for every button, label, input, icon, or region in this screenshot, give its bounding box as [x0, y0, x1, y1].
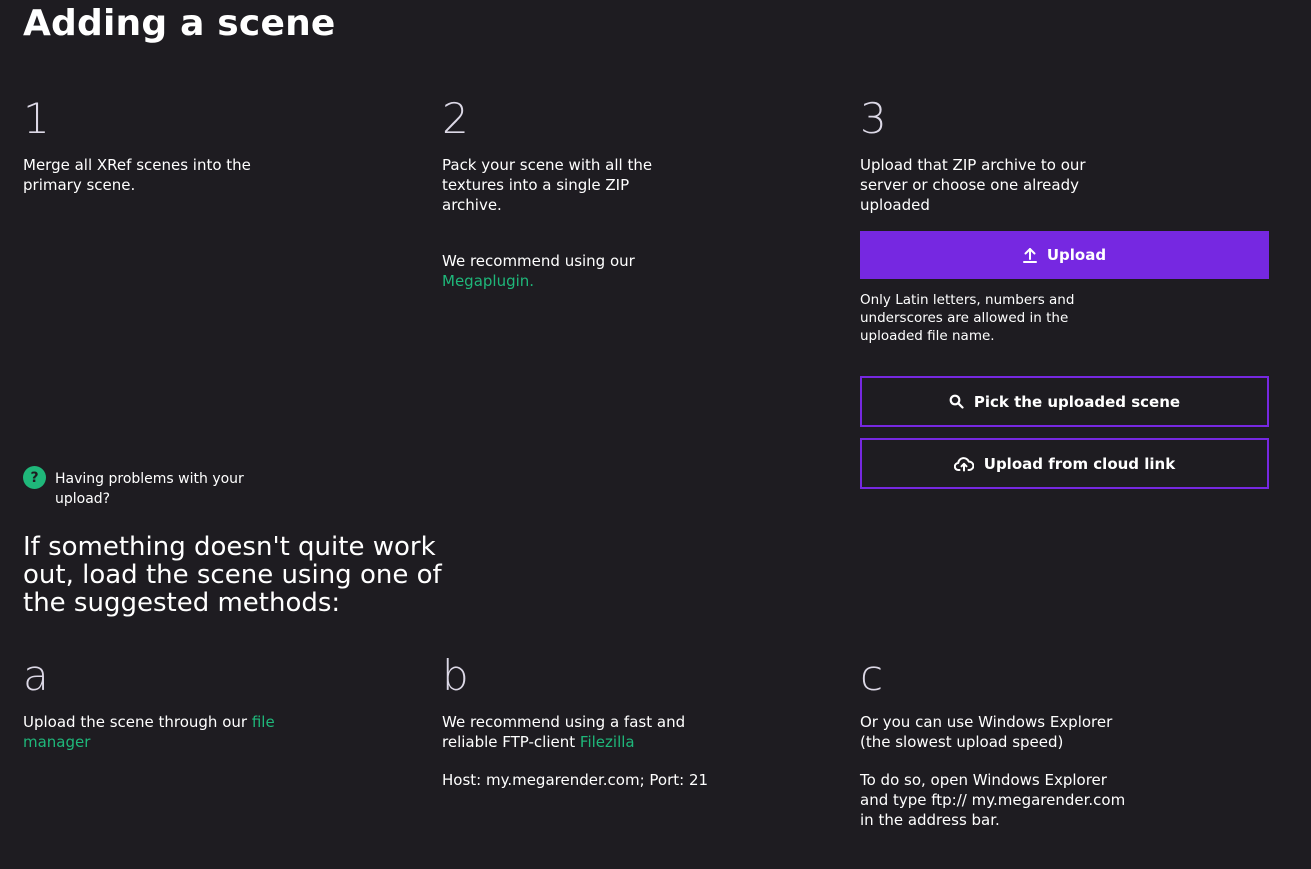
step-1-number: 1	[23, 94, 50, 143]
step-2-recommend: We recommend using our Megaplugin.	[442, 251, 682, 291]
method-b-prefix: We recommend using a fast and reliable F…	[442, 713, 686, 751]
upload-arrow-icon	[1022, 247, 1037, 263]
step-3-text: Upload that ZIP archive to our server or…	[860, 156, 1086, 214]
help-text[interactable]: Having problems with your upload?	[55, 469, 255, 509]
method-c-text: Or you can use Windows Explorer (the slo…	[860, 713, 1113, 751]
filezilla-link[interactable]: Filezilla	[580, 733, 635, 751]
step-3-number: 3	[860, 94, 887, 143]
step-2-recommend-prefix: We recommend using our	[442, 252, 635, 270]
method-a-letter: a	[23, 651, 49, 700]
ftp-host-info: Host: my.megarender.com; Port: 21	[442, 771, 709, 789]
search-icon	[949, 394, 964, 409]
method-a-text: Upload the scene through our file manage…	[23, 712, 313, 752]
upload-button[interactable]: Upload	[860, 231, 1269, 279]
page-title: Adding a scene	[23, 3, 336, 44]
alternatives-heading: If something doesn't quite work out, loa…	[23, 532, 442, 618]
method-a-prefix: Upload the scene through our	[23, 713, 248, 731]
method-c-letter: c	[860, 651, 884, 700]
method-c-instructions: To do so, open Windows Explorer and type…	[860, 771, 1126, 829]
upload-cloud-link-button[interactable]: Upload from cloud link	[860, 438, 1269, 489]
method-b-text: We recommend using a fast and reliable F…	[442, 712, 722, 752]
step-2-text: Pack your scene with all the textures in…	[442, 156, 653, 214]
megaplugin-link[interactable]: Megaplugin.	[442, 272, 534, 290]
upload-note: Only Latin letters, numbers and undersco…	[860, 292, 1075, 344]
method-b-letter: b	[442, 651, 469, 700]
step-1-text: Merge all XRef scenes into the primary s…	[23, 156, 251, 194]
cloud-button-label: Upload from cloud link	[983, 454, 1176, 473]
pick-button-label: Pick the uploaded scene	[973, 392, 1181, 411]
upload-button-label: Upload	[1046, 246, 1107, 264]
step-2-number: 2	[442, 94, 469, 143]
pick-uploaded-scene-button[interactable]: Pick the uploaded scene	[860, 376, 1269, 427]
question-icon[interactable]: ?	[23, 466, 46, 489]
cloud-upload-icon	[953, 456, 974, 472]
